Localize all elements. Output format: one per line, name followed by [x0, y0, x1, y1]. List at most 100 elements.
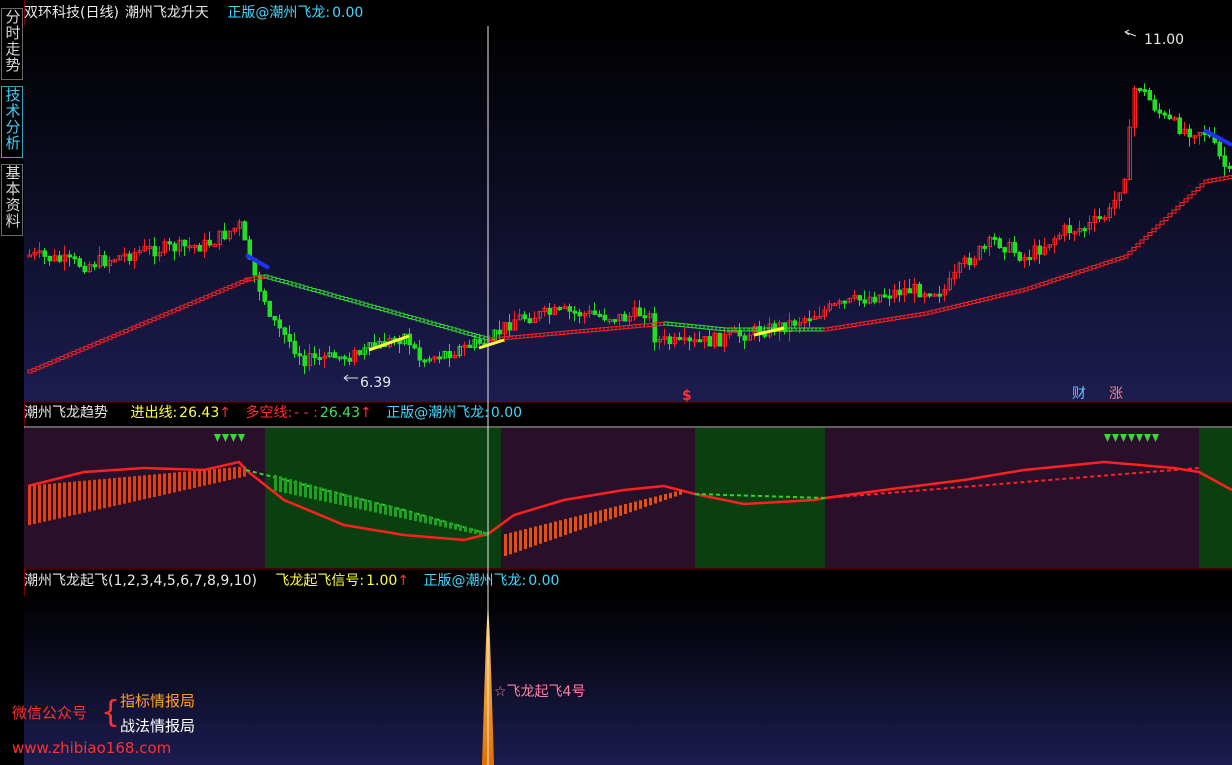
tab-fundamentals[interactable]: 基本资料	[1, 164, 23, 236]
candle-body	[742, 335, 747, 341]
candle-body	[72, 256, 77, 260]
trend-bar	[614, 506, 617, 518]
trend-bar	[58, 482, 61, 519]
trend-bar	[319, 487, 322, 501]
trend-bar	[424, 515, 427, 524]
candle-body	[67, 254, 72, 258]
trend-bar	[53, 483, 56, 520]
indicator-name: 潮州飞龙升天	[124, 5, 209, 21]
candle-body	[1167, 114, 1172, 120]
trend-bar	[539, 525, 542, 544]
watermark-line1: 指标情报局	[120, 692, 196, 710]
trend-bar	[624, 504, 627, 514]
candle-body	[687, 337, 692, 342]
trend-bar	[664, 494, 667, 500]
candle-body	[242, 221, 247, 241]
trend-zone-bearish-1	[265, 428, 501, 568]
duokong-label: 多空线:	[245, 405, 293, 421]
chart-area[interactable]: 11.00 6.39 $ 财 涨 ☆飞龙起飞4号 双环科技(日线) 潮州飞龙升天 …	[24, 0, 1232, 765]
candle-body	[47, 255, 52, 262]
duokong-mid: - - :	[294, 405, 318, 421]
trend-bar	[349, 495, 352, 508]
trend-bar	[374, 502, 377, 513]
trend-bar	[299, 481, 302, 497]
trend-bar	[108, 478, 111, 508]
trend-panel-bg	[24, 428, 1232, 568]
candle-body	[102, 255, 107, 267]
signal-label: 飞龙起飞信号:	[275, 573, 365, 589]
stock-name: 双环科技(日线)	[24, 5, 119, 21]
trend-bar	[128, 476, 131, 503]
trend-bar	[619, 505, 622, 516]
trend-bar	[379, 503, 382, 514]
candle-body	[282, 327, 287, 335]
candle-body	[792, 320, 797, 326]
trend-bar	[559, 520, 562, 537]
candle-body	[907, 288, 912, 294]
edition-value: 0.00	[332, 5, 364, 21]
candle-body	[897, 289, 902, 296]
trend-bar	[208, 469, 211, 485]
candle-body	[297, 353, 302, 357]
candle-body	[612, 319, 617, 323]
candle-body	[717, 332, 722, 347]
trend-bar	[504, 534, 507, 556]
watermark-url[interactable]: www.zhibiao168.com	[12, 739, 171, 757]
candle-body	[807, 318, 812, 322]
candle-body	[272, 315, 277, 321]
trend-bar	[404, 510, 407, 519]
finance-badge[interactable]: 财	[1072, 386, 1086, 402]
trend-bar	[524, 529, 527, 549]
candle-body	[697, 339, 702, 343]
trend-bar	[579, 515, 582, 530]
candle-body	[312, 353, 317, 359]
candle-body	[1027, 257, 1032, 261]
signal-panel-bg	[24, 596, 1232, 765]
trend-bar	[63, 482, 66, 518]
candle-body	[412, 344, 417, 349]
watermark-line2: 战法情报局	[120, 717, 196, 735]
candle-body	[342, 356, 347, 360]
candle-body	[557, 307, 562, 311]
candle-body	[1082, 228, 1087, 232]
jinchu-label: 进出线:	[130, 405, 178, 421]
candle-body	[347, 357, 352, 362]
trend-bar	[329, 489, 332, 503]
candle-body	[642, 315, 647, 319]
trend-edition-value: 0.00	[490, 405, 523, 421]
trend-bar	[304, 483, 307, 498]
trend-bar	[284, 477, 287, 494]
candle-body	[652, 313, 657, 343]
candle-body	[842, 300, 847, 304]
trend-bar	[83, 480, 86, 513]
trend-bar	[78, 481, 81, 514]
trend-bar	[584, 514, 587, 528]
trend-bar	[599, 510, 602, 523]
trend-edition-label: 正版@潮州飞龙:	[386, 405, 489, 421]
trend-bar	[464, 526, 467, 532]
candle-body	[477, 339, 482, 344]
jinchu-value: 26.43	[179, 405, 220, 421]
trend-bar	[223, 468, 226, 482]
trend-bar	[48, 483, 51, 521]
limit-up-badge[interactable]: 涨	[1109, 386, 1123, 402]
trend-bar	[73, 481, 76, 515]
trend-bar	[188, 471, 191, 490]
candle-body	[602, 314, 607, 321]
trend-bar	[574, 516, 577, 532]
candle-body	[332, 352, 337, 358]
trend-bar	[634, 501, 637, 511]
trend-bar	[474, 529, 477, 534]
main-panel-bg	[24, 26, 1232, 402]
tab-intraday[interactable]: 分时走势	[1, 8, 23, 80]
chart-canvas[interactable]: 11.00 6.39 $ 财 涨 ☆飞龙起飞4号	[24, 0, 1232, 765]
trend-bar	[233, 467, 236, 479]
candle-body	[622, 313, 627, 322]
candle-body	[92, 264, 97, 268]
duokong-value: 26.43	[319, 405, 360, 421]
candle-body	[1147, 90, 1152, 101]
trend-bar	[654, 496, 657, 504]
trend-bar	[449, 522, 452, 529]
tab-technical-analysis[interactable]: 技术分析	[1, 86, 23, 158]
trend-bar	[394, 507, 397, 517]
